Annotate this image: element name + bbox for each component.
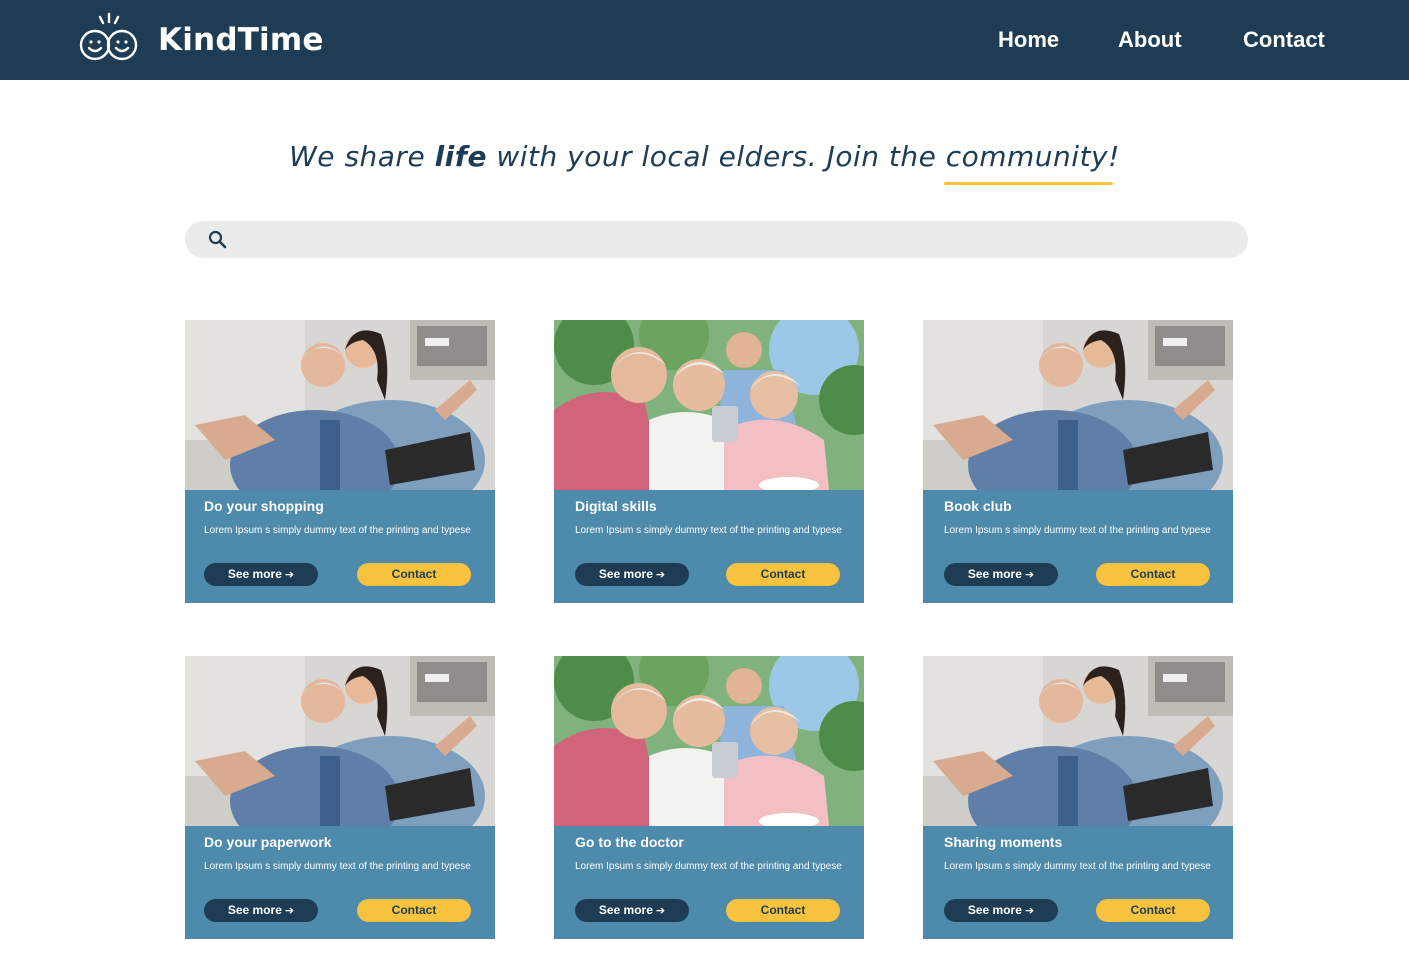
contact-button[interactable]: Contact (726, 899, 840, 922)
hero-tagline: We share life with your local elders. Jo… (0, 140, 1409, 173)
see-more-button[interactable]: See more ➔ (204, 899, 318, 922)
nav-home-link[interactable]: Home (998, 27, 1059, 53)
tagline-bold-word: life (434, 140, 487, 173)
brand-name[interactable]: KindTime (158, 22, 324, 58)
see-more-button[interactable]: See more ➔ (575, 563, 689, 586)
search-icon[interactable] (207, 229, 229, 251)
see-more-label: See more (967, 903, 1022, 917)
tagline-text-end: with your local elders. Join the communi… (486, 140, 1120, 173)
see-more-label: See more (227, 903, 282, 917)
contact-button[interactable]: Contact (357, 563, 471, 586)
contact-button[interactable]: Contact (357, 899, 471, 922)
card-photo (554, 320, 864, 490)
card-title: Do your paperwork (204, 834, 332, 850)
see-more-label: See more (227, 567, 282, 581)
arrow-right-icon: ➔ (284, 905, 295, 917)
card-photo (554, 656, 864, 826)
contact-button[interactable]: Contact (726, 563, 840, 586)
service-card-paperwork[interactable]: Do your paperwork Lorem Ipsum s simply d… (185, 656, 495, 939)
top-navbar: KindTime Home About Contact (0, 0, 1409, 80)
card-title: Go to the doctor (575, 834, 684, 850)
arrow-right-icon: ➔ (1024, 569, 1035, 581)
card-title: Sharing moments (944, 834, 1063, 850)
contact-button[interactable]: Contact (1096, 899, 1210, 922)
smiling-faces-logo-icon[interactable] (78, 12, 140, 64)
card-description: Lorem Ipsum s simply dummy text of the p… (204, 861, 471, 872)
arrow-right-icon: ➔ (655, 905, 666, 917)
nav-contact-link[interactable]: Contact (1243, 27, 1325, 53)
card-description: Lorem Ipsum s simply dummy text of the p… (944, 861, 1211, 872)
service-card-shopping[interactable]: Do your shopping Lorem Ipsum s simply du… (185, 320, 495, 603)
service-card-book-club[interactable]: Book club Lorem Ipsum s simply dummy tex… (923, 320, 1233, 603)
see-more-label: See more (598, 567, 653, 581)
search-input[interactable] (238, 221, 1228, 258)
card-description: Lorem Ipsum s simply dummy text of the p… (204, 525, 471, 536)
tagline-text-start: We share (289, 140, 435, 173)
see-more-button[interactable]: See more ➔ (944, 563, 1058, 586)
arrow-right-icon: ➔ (284, 569, 295, 581)
see-more-button[interactable]: See more ➔ (204, 563, 318, 586)
card-description: Lorem Ipsum s simply dummy text of the p… (944, 525, 1211, 536)
card-photo (185, 320, 495, 490)
card-title: Book club (944, 498, 1012, 514)
card-description: Lorem Ipsum s simply dummy text of the p… (575, 525, 842, 536)
card-photo (923, 320, 1233, 490)
contact-button[interactable]: Contact (1096, 563, 1210, 586)
see-more-button[interactable]: See more ➔ (944, 899, 1058, 922)
see-more-button[interactable]: See more ➔ (575, 899, 689, 922)
card-description: Lorem Ipsum s simply dummy text of the p… (575, 861, 842, 872)
card-title: Do your shopping (204, 498, 324, 514)
card-photo (923, 656, 1233, 826)
arrow-right-icon: ➔ (655, 569, 666, 581)
nav-about-link[interactable]: About (1118, 27, 1182, 53)
service-card-doctor[interactable]: Go to the doctor Lorem Ipsum s simply du… (554, 656, 864, 939)
community-underline (944, 182, 1113, 185)
see-more-label: See more (967, 567, 1022, 581)
card-photo (185, 656, 495, 826)
see-more-label: See more (598, 903, 653, 917)
service-card-sharing-moments[interactable]: Sharing moments Lorem Ipsum s simply dum… (923, 656, 1233, 939)
service-card-digital-skills[interactable]: Digital skills Lorem Ipsum s simply dumm… (554, 320, 864, 603)
card-title: Digital skills (575, 498, 657, 514)
arrow-right-icon: ➔ (1024, 905, 1035, 917)
